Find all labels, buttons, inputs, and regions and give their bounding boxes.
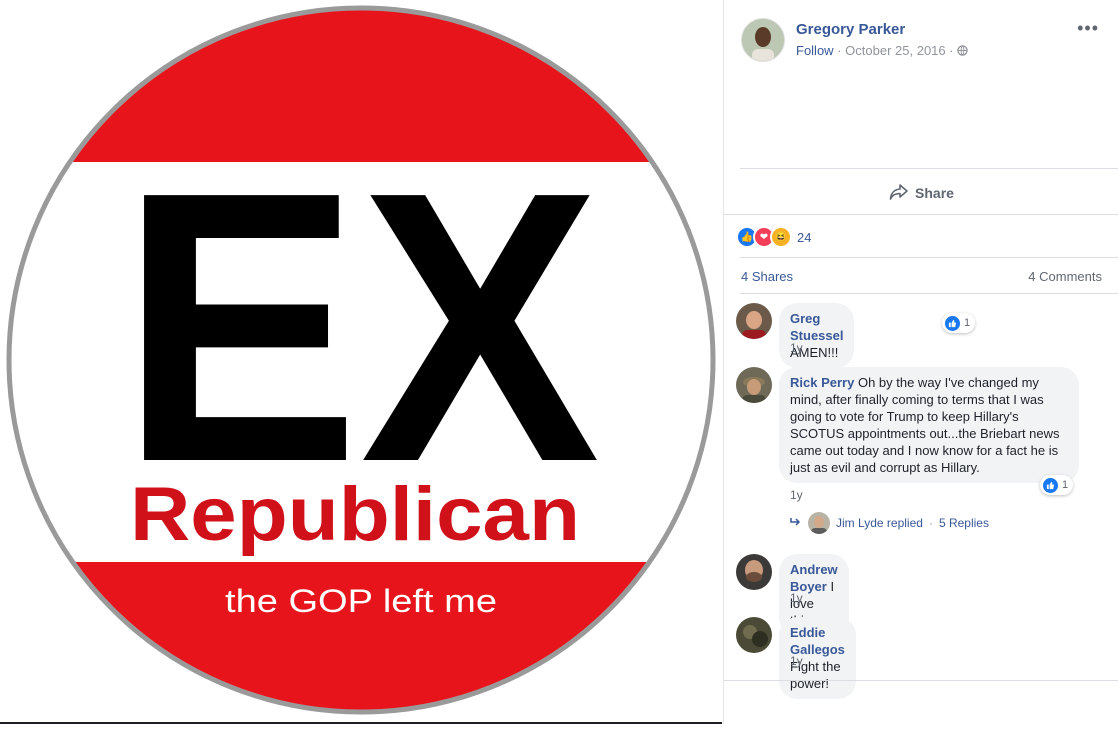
meta-separator: · bbox=[949, 43, 954, 58]
badge-republican-text: Republican bbox=[130, 472, 580, 557]
post-photo[interactable]: EX Republican the GOP left me bbox=[0, 0, 722, 724]
like-count: 1 bbox=[964, 317, 971, 329]
divider bbox=[740, 293, 1118, 294]
divider bbox=[740, 257, 1118, 258]
post-meta: Follow · October 25, 2016 · bbox=[796, 43, 968, 58]
commenter-avatar[interactable] bbox=[736, 367, 772, 403]
divider bbox=[740, 168, 1118, 169]
more-options-icon[interactable]: ••• bbox=[1077, 18, 1099, 39]
comment-time[interactable]: 1y bbox=[790, 341, 803, 355]
replier-avatar bbox=[808, 512, 830, 534]
like-icon bbox=[945, 315, 960, 331]
shares-count[interactable]: 4 Shares bbox=[741, 269, 793, 284]
reaction-count: 24 bbox=[797, 229, 812, 245]
post-date[interactable]: October 25, 2016 bbox=[845, 43, 945, 58]
reply-count: 5 Replies bbox=[938, 516, 989, 530]
comment-time[interactable]: 1y bbox=[790, 591, 803, 605]
like-icon bbox=[1043, 477, 1058, 493]
commenter-avatar[interactable] bbox=[736, 554, 772, 590]
replies-link[interactable]: Jim Lyde replied · 5 Replies bbox=[790, 512, 989, 534]
commenter-name[interactable]: Greg Stuessel bbox=[790, 311, 843, 343]
comment-like-count[interactable]: 1 bbox=[942, 313, 976, 333]
comments-count[interactable]: 4 Comments bbox=[1028, 269, 1102, 284]
reaction-summary[interactable]: 👍 ❤ 😆 24 bbox=[736, 226, 811, 248]
replier-label: Jim Lyde replied bbox=[836, 516, 923, 530]
like-count: 1 bbox=[1062, 479, 1069, 491]
haha-reaction-icon: 😆 bbox=[770, 226, 792, 248]
meta-separator: · bbox=[837, 43, 842, 58]
commenter-name[interactable]: Eddie Gallegos bbox=[790, 625, 845, 657]
follow-link[interactable]: Follow bbox=[796, 43, 834, 58]
comment-time[interactable]: 1y bbox=[790, 654, 803, 668]
share-button[interactable]: Share bbox=[724, 176, 1118, 210]
share-icon bbox=[889, 183, 909, 204]
reply-separator: · bbox=[928, 516, 933, 530]
commenter-name[interactable]: Rick Perry bbox=[790, 375, 854, 390]
commenter-avatar[interactable] bbox=[736, 303, 772, 339]
reply-arrow-icon bbox=[790, 516, 802, 530]
commenter-avatar[interactable] bbox=[736, 617, 772, 653]
ex-republican-badge: EX Republican the GOP left me bbox=[6, 5, 716, 715]
comment-text: Oh by the way I've changed my mind, afte… bbox=[790, 375, 1060, 475]
post-sidebar: Gregory Parker Follow · October 25, 2016… bbox=[723, 0, 1118, 724]
divider bbox=[724, 214, 1118, 215]
globe-icon bbox=[957, 43, 968, 58]
comment-bubble: Rick Perry Oh by the way I've changed my… bbox=[779, 367, 1079, 483]
share-label: Share bbox=[915, 185, 954, 201]
poster-name[interactable]: Gregory Parker bbox=[796, 21, 905, 38]
divider bbox=[724, 680, 1118, 681]
comment-like-count[interactable]: 1 bbox=[1040, 475, 1074, 495]
poster-avatar[interactable] bbox=[741, 18, 785, 62]
comment-time[interactable]: 1y bbox=[790, 488, 803, 502]
badge-tagline-text: the GOP left me bbox=[225, 583, 497, 619]
comment-bubble: Greg Stuessel AMEN!!! bbox=[779, 303, 855, 368]
